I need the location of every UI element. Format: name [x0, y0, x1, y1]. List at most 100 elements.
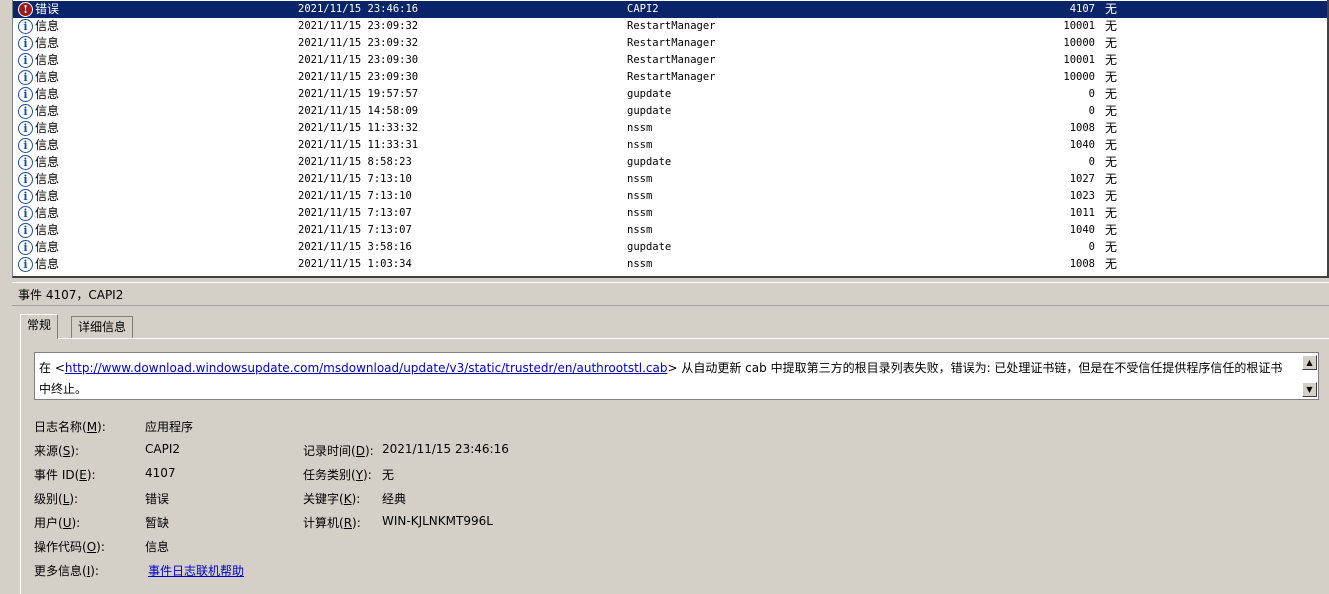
event-datetime: 2021/11/15 3:58:16	[298, 241, 412, 253]
event-task-category: 无	[1105, 155, 1118, 169]
event-row[interactable]: i 信息 2021/11/15 23:09:30 RestartManager 1000…	[13, 52, 1327, 69]
user-label: 用户(U):	[34, 516, 81, 530]
logged-value: 2021/11/15 23:46:16	[382, 442, 509, 456]
info-icon: i	[18, 257, 33, 272]
info-icon: i	[18, 87, 33, 102]
event-id: 1008	[1069, 122, 1095, 134]
event-task-category: 无	[1105, 206, 1118, 220]
event-datetime: 2021/11/15 11:33:31	[298, 139, 419, 151]
source-value: CAPI2	[145, 442, 180, 456]
event-level: 信息	[35, 53, 60, 67]
event-source: gupdate	[627, 156, 672, 168]
event-row[interactable]: i 信息 2021/11/15 3:58:16 gupdate 0 无	[13, 239, 1327, 256]
event-source: nssm	[627, 207, 653, 219]
event-source: nssm	[627, 190, 653, 202]
event-task-category: 无	[1105, 138, 1118, 152]
level-value: 错误	[145, 492, 170, 506]
event-id: 10000	[1063, 71, 1095, 83]
error-icon: !	[18, 2, 33, 17]
more-info-label: 更多信息(I):	[34, 564, 99, 578]
event-source: nssm	[627, 258, 653, 270]
event-datetime: 2021/11/15 7:13:07	[298, 207, 412, 219]
event-id: 0	[1088, 88, 1095, 100]
event-task-category: 无	[1105, 36, 1118, 50]
event-level: 信息	[35, 206, 60, 220]
event-id: 0	[1088, 156, 1095, 168]
event-row[interactable]: i 信息 2021/11/15 19:57:57 gupdate 0 无	[13, 86, 1327, 103]
event-id: 1040	[1069, 224, 1095, 236]
event-level: 信息	[35, 19, 60, 33]
event-id: 1023	[1069, 190, 1095, 202]
info-icon: i	[18, 223, 33, 238]
event-id-label: 事件 ID(E):	[34, 468, 96, 482]
event-datetime: 2021/11/15 1:03:34	[298, 258, 412, 270]
logged-label: 记录时间(D):	[303, 444, 374, 458]
event-log-online-help-link[interactable]: 事件日志联机帮助	[148, 562, 244, 579]
event-datetime: 2021/11/15 7:13:07	[298, 224, 412, 236]
tab-details[interactable]: 详细信息	[71, 316, 134, 339]
event-source: nssm	[627, 224, 653, 236]
event-row[interactable]: i 信息 2021/11/15 1:03:34 nssm 1008 无	[13, 256, 1327, 273]
event-row[interactable]: i 信息 2021/11/15 23:09:32 RestartManager 1000…	[13, 18, 1327, 35]
info-icon: i	[18, 138, 33, 153]
event-datetime: 2021/11/15 7:13:10	[298, 173, 412, 185]
detail-pane-header: 事件 4107，CAPI2	[12, 282, 1329, 306]
event-list[interactable]: ! 错误 2021/11/15 23:46:16 CAPI2 4107 无 i 信息 2021/…	[12, 0, 1329, 278]
event-row[interactable]: i 信息 2021/11/15 7:13:10 nssm 1027 无	[13, 171, 1327, 188]
event-row[interactable]: i 信息 2021/11/15 8:58:23 gupdate 0 无	[13, 154, 1327, 171]
event-level: 信息	[35, 121, 60, 135]
event-id: 1040	[1069, 139, 1095, 151]
info-icon: i	[18, 70, 33, 85]
event-task-category: 无	[1105, 19, 1118, 33]
event-row[interactable]: i 信息 2021/11/15 11:33:32 nssm 1008 无	[13, 120, 1327, 137]
event-level: 信息	[35, 240, 60, 254]
event-task-category: 无	[1105, 53, 1118, 67]
info-icon: i	[18, 19, 33, 34]
event-level: 信息	[35, 104, 60, 118]
description-prefix: 在 <	[39, 361, 65, 375]
info-icon: i	[18, 53, 33, 68]
event-datetime: 2021/11/15 7:13:10	[298, 190, 412, 202]
info-icon: i	[18, 36, 33, 51]
description-url-link[interactable]: http://www.download.windowsupdate.com/ms…	[65, 361, 668, 375]
opcode-label: 操作代码(O):	[34, 540, 105, 554]
event-source: gupdate	[627, 241, 672, 253]
computer-value: WIN-KJLNKMT996L	[382, 514, 493, 528]
event-level: 信息	[35, 257, 60, 271]
event-id: 10000	[1063, 37, 1095, 49]
event-datetime: 2021/11/15 23:09:32	[298, 37, 419, 49]
event-level: 信息	[35, 223, 60, 237]
event-level: 信息	[35, 155, 60, 169]
event-row[interactable]: i 信息 2021/11/15 11:33:31 nssm 1040 无	[13, 137, 1327, 154]
event-source: gupdate	[627, 88, 672, 100]
event-row[interactable]: i 信息 2021/11/15 7:13:10 nssm 1023 无	[13, 188, 1327, 205]
scroll-down-arrow-icon[interactable]: ▼	[1302, 382, 1317, 397]
event-datetime: 2021/11/15 11:33:32	[298, 122, 419, 134]
event-id: 1008	[1069, 258, 1095, 270]
event-row[interactable]: ! 错误 2021/11/15 23:46:16 CAPI2 4107 无	[13, 1, 1327, 18]
event-source: RestartManager	[627, 20, 716, 32]
event-row[interactable]: i 信息 2021/11/15 23:09:32 RestartManager 1000…	[13, 35, 1327, 52]
keywords-value: 经典	[382, 492, 407, 506]
event-task-category: 无	[1105, 104, 1118, 118]
event-row[interactable]: i 信息 2021/11/15 7:13:07 nssm 1011 无	[13, 205, 1327, 222]
event-datetime: 2021/11/15 23:09:32	[298, 20, 419, 32]
scroll-up-arrow-icon[interactable]: ▲	[1302, 355, 1317, 370]
event-source: nssm	[627, 173, 653, 185]
opcode-value: 信息	[145, 540, 170, 554]
event-task-category: 无	[1105, 2, 1118, 16]
event-id-value: 4107	[145, 466, 176, 480]
user-value: 暂缺	[145, 516, 170, 530]
event-row[interactable]: i 信息 2021/11/15 14:58:09 gupdate 0 无	[13, 103, 1327, 120]
event-datetime: 2021/11/15 8:58:23	[298, 156, 412, 168]
event-level: 信息	[35, 87, 60, 101]
level-label: 级别(L):	[34, 492, 79, 506]
event-source: nssm	[627, 139, 653, 151]
tab-general[interactable]: 常规	[20, 314, 59, 339]
event-row[interactable]: i 信息 2021/11/15 7:13:07 nssm 1040 无	[13, 222, 1327, 239]
event-row[interactable]: i 信息 2021/11/15 23:09:30 RestartManager 1000…	[13, 69, 1327, 86]
event-source: gupdate	[627, 105, 672, 117]
event-source: CAPI2	[627, 3, 659, 15]
info-icon: i	[18, 240, 33, 255]
event-task-category: 无	[1105, 121, 1118, 135]
